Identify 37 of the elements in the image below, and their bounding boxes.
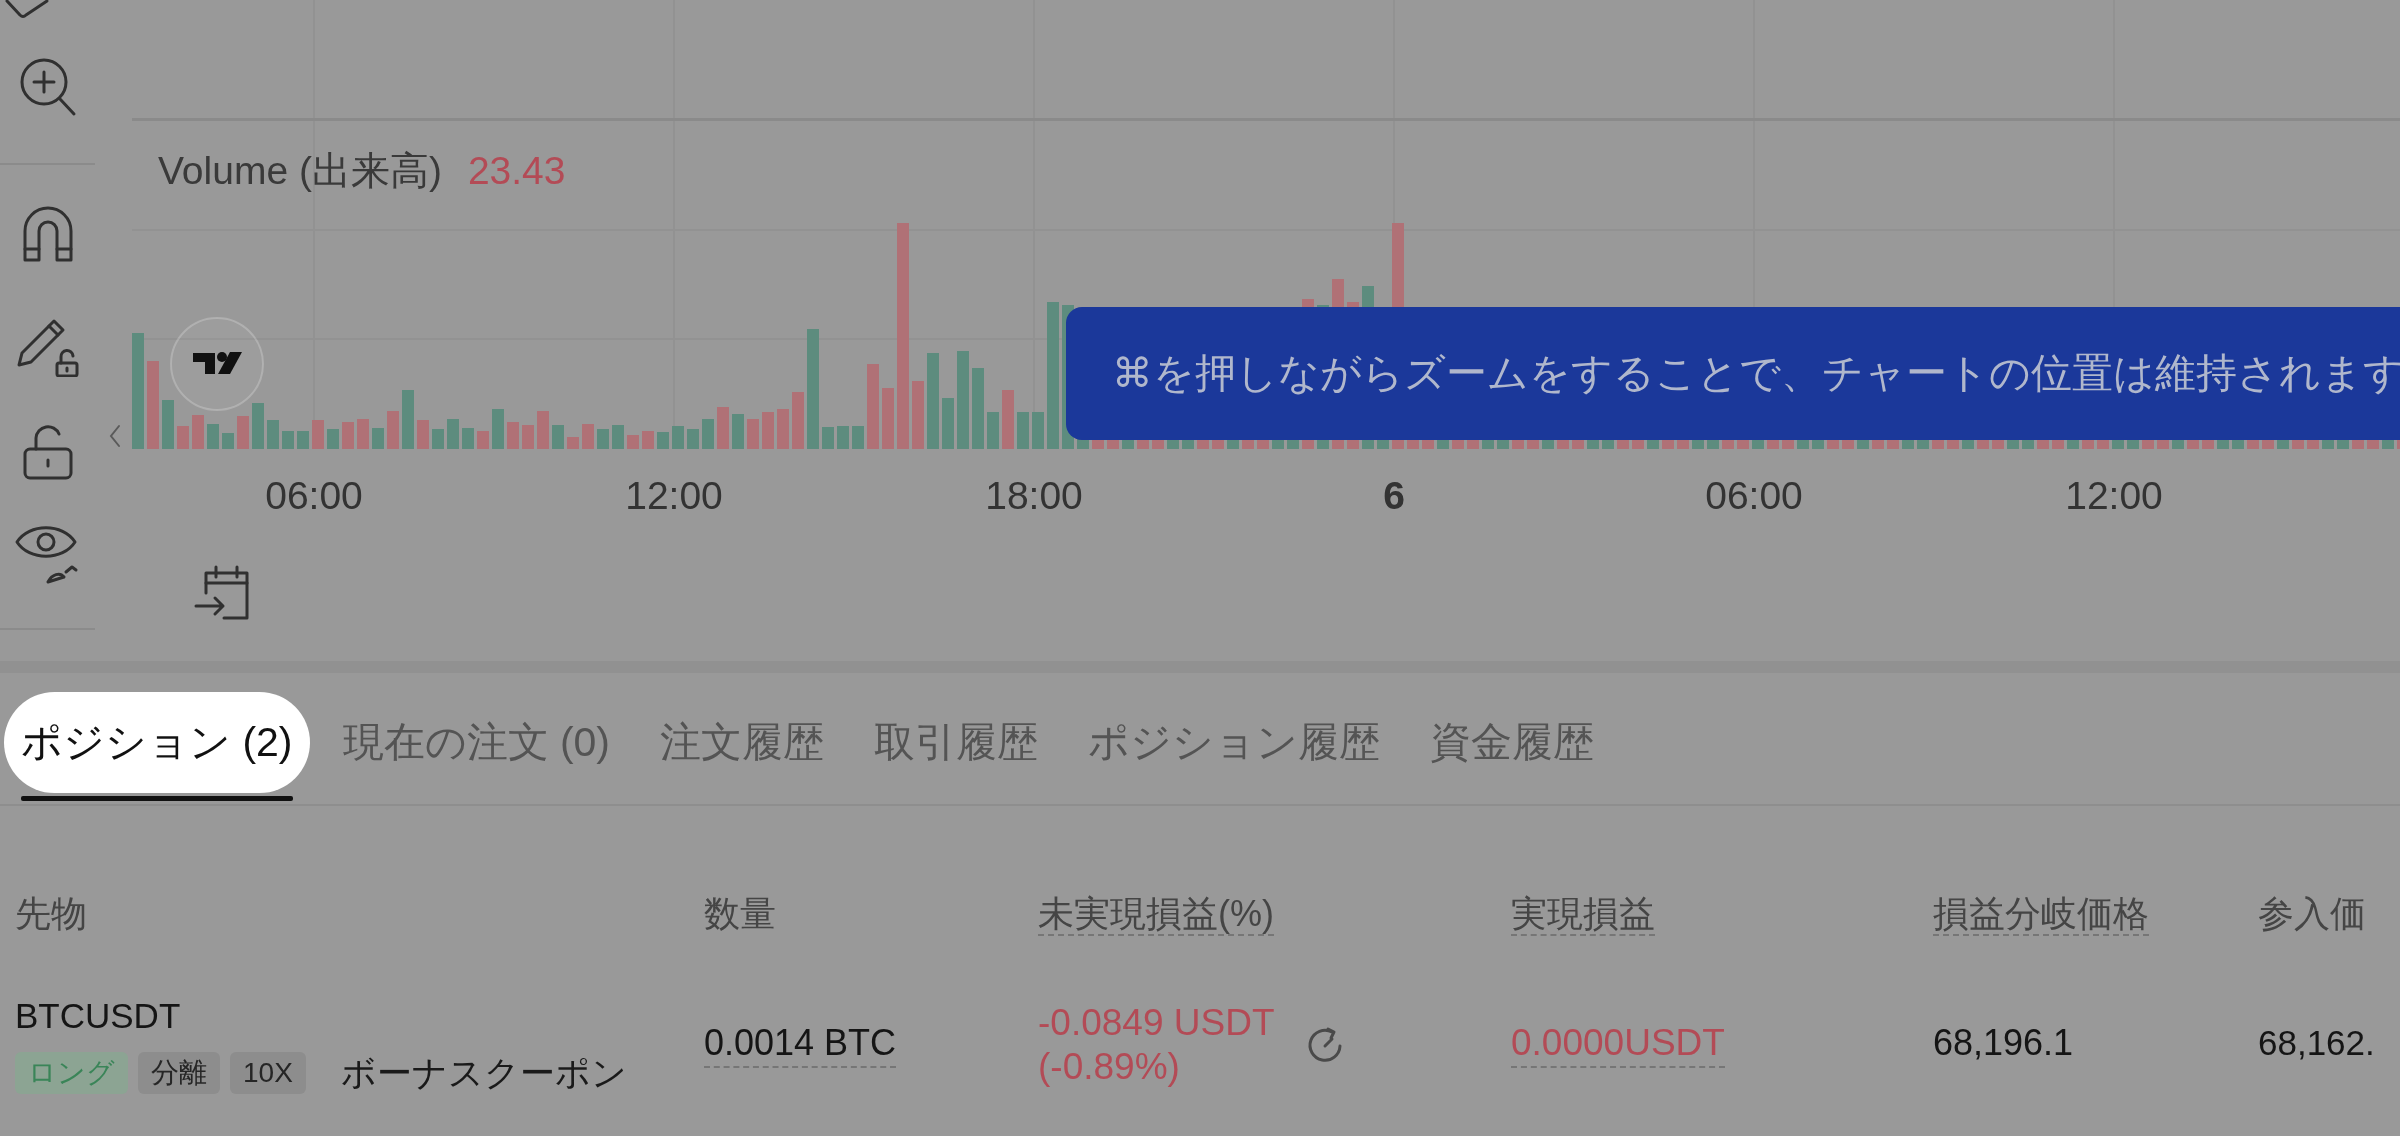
break-even-price: 68,196.1 — [1933, 1021, 2074, 1065]
symbol-name: BTCUSDT — [15, 995, 181, 1037]
tab[interactable]: 取引履歴 — [857, 692, 1055, 793]
tab[interactable]: ポジション履歴 — [1071, 692, 1397, 793]
zoom-in-icon[interactable] — [18, 57, 77, 117]
lock-icon[interactable] — [21, 422, 74, 480]
time-axis-label: 12:00 — [625, 474, 723, 518]
magnet-icon[interactable] — [21, 205, 74, 263]
quantity-value: 0.0014 BTC — [704, 1021, 897, 1068]
unrealized-pnl-value: -0.0849 USDT — [1038, 1000, 1275, 1045]
bonus-coupon-label: ボーナスクーポン — [340, 1052, 627, 1094]
column-header: 参入価 — [2258, 894, 2366, 936]
time-axis-label: 6 — [1383, 474, 1405, 518]
time-axis-label: 12:00 — [2065, 474, 2163, 518]
tab[interactable]: 資金履歴 — [1413, 692, 1611, 793]
column-header: 未実現損益(%) — [1038, 894, 1274, 936]
position-tag: 10X — [230, 1052, 306, 1094]
time-axis-label: 18:00 — [985, 474, 1083, 518]
calendar-arrow-icon[interactable] — [193, 563, 251, 621]
tab[interactable]: ポジション (2) — [4, 692, 310, 793]
tab[interactable]: 現在の注文 (0) — [325, 692, 627, 793]
volume-value: 23.43 — [467, 148, 566, 194]
column-header: 数量 — [704, 894, 776, 936]
time-axis-label: 06:00 — [265, 474, 363, 518]
unrealized-pnl-percent: (-0.89%) — [1038, 1044, 1181, 1089]
time-axis-label: 06:00 — [1705, 474, 1803, 518]
volume-label: Volume (出来高) — [158, 148, 442, 194]
realized-pnl-value: 0.0000USDT — [1511, 1021, 1725, 1068]
logo-icon — [169, 316, 265, 412]
checkmark-icon[interactable] — [5, 0, 49, 20]
entry-price: 68,162. — [2258, 1021, 2375, 1064]
column-header: 損益分岐価格 — [1933, 894, 2149, 936]
tab[interactable]: 注文履歴 — [643, 692, 841, 793]
position-tag: ロング — [15, 1052, 128, 1094]
position-tag: 分離 — [138, 1052, 220, 1094]
column-header: 先物 — [15, 894, 87, 936]
column-header: 実現損益 — [1511, 894, 1655, 936]
